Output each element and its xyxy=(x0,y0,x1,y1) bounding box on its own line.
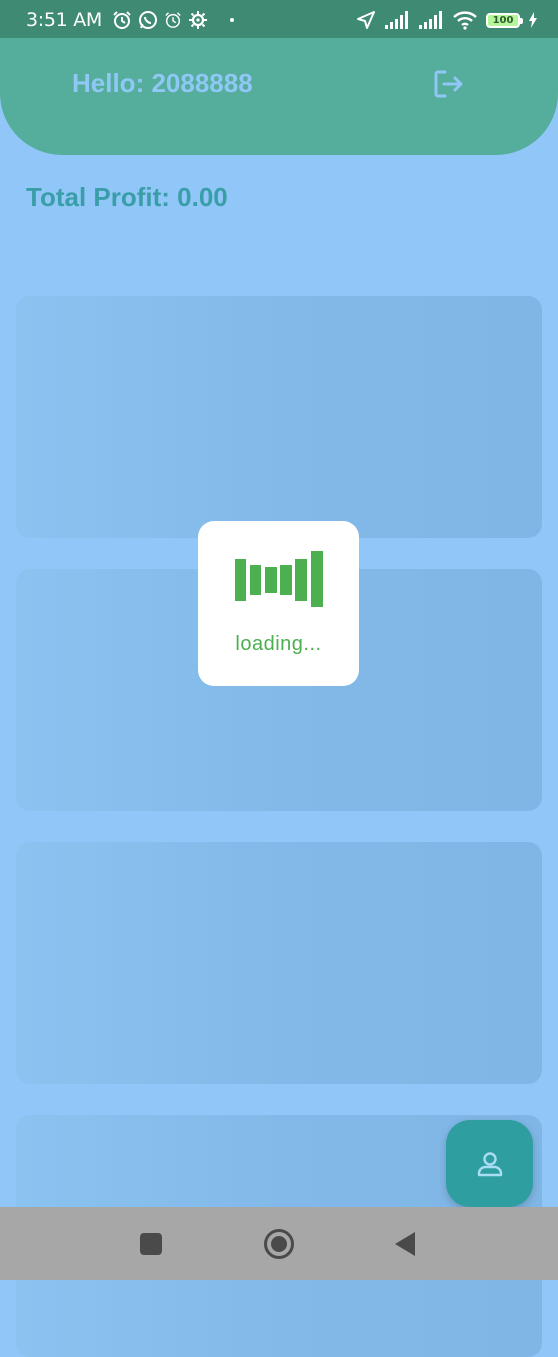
whatsapp-icon xyxy=(138,10,158,30)
signal-icon xyxy=(418,11,444,29)
card-placeholder xyxy=(16,296,542,538)
loader-bar xyxy=(250,565,261,595)
loader-bar xyxy=(280,565,292,595)
loader-bar xyxy=(295,559,307,601)
loader-bar xyxy=(235,559,246,601)
battery-level: 100 xyxy=(492,14,514,26)
status-bar: 3:51 AM 100 xyxy=(0,0,558,40)
recents-button[interactable] xyxy=(111,1207,191,1280)
recents-square-icon xyxy=(140,1232,162,1255)
settings-icon xyxy=(188,10,208,30)
loader-bar xyxy=(311,551,323,607)
card-placeholder xyxy=(16,842,542,1084)
status-time: 3:51 AM xyxy=(26,9,102,31)
wifi-icon xyxy=(452,10,478,30)
loading-bars-icon xyxy=(235,551,325,609)
person-icon xyxy=(477,1151,502,1176)
notification-dot-icon xyxy=(230,18,234,22)
status-left: 3:51 AM xyxy=(26,9,234,31)
logout-button[interactable] xyxy=(428,64,468,104)
loading-dialog: loading... xyxy=(198,521,359,686)
loading-text: loading... xyxy=(235,633,322,655)
alarm-icon xyxy=(164,11,182,29)
system-nav-bar xyxy=(0,1207,558,1280)
back-triangle-icon xyxy=(395,1231,415,1256)
loader-bar xyxy=(265,567,277,593)
battery-icon: 100 xyxy=(486,12,523,28)
profile-fab-button[interactable] xyxy=(446,1120,533,1207)
home-circle-icon xyxy=(264,1228,294,1259)
back-button[interactable] xyxy=(365,1207,445,1280)
alarm-icon xyxy=(112,10,132,30)
location-arrow-icon xyxy=(356,10,376,30)
app-header: Hello: 2088888 xyxy=(0,38,558,155)
home-button[interactable] xyxy=(239,1207,319,1280)
total-profit-label: Total Profit: 0.00 xyxy=(26,182,228,212)
charging-icon xyxy=(528,12,538,28)
logout-icon xyxy=(434,70,463,98)
greeting-text: Hello: 2088888 xyxy=(72,68,253,98)
status-right: 100 xyxy=(356,10,538,30)
signal-icon xyxy=(384,11,410,29)
